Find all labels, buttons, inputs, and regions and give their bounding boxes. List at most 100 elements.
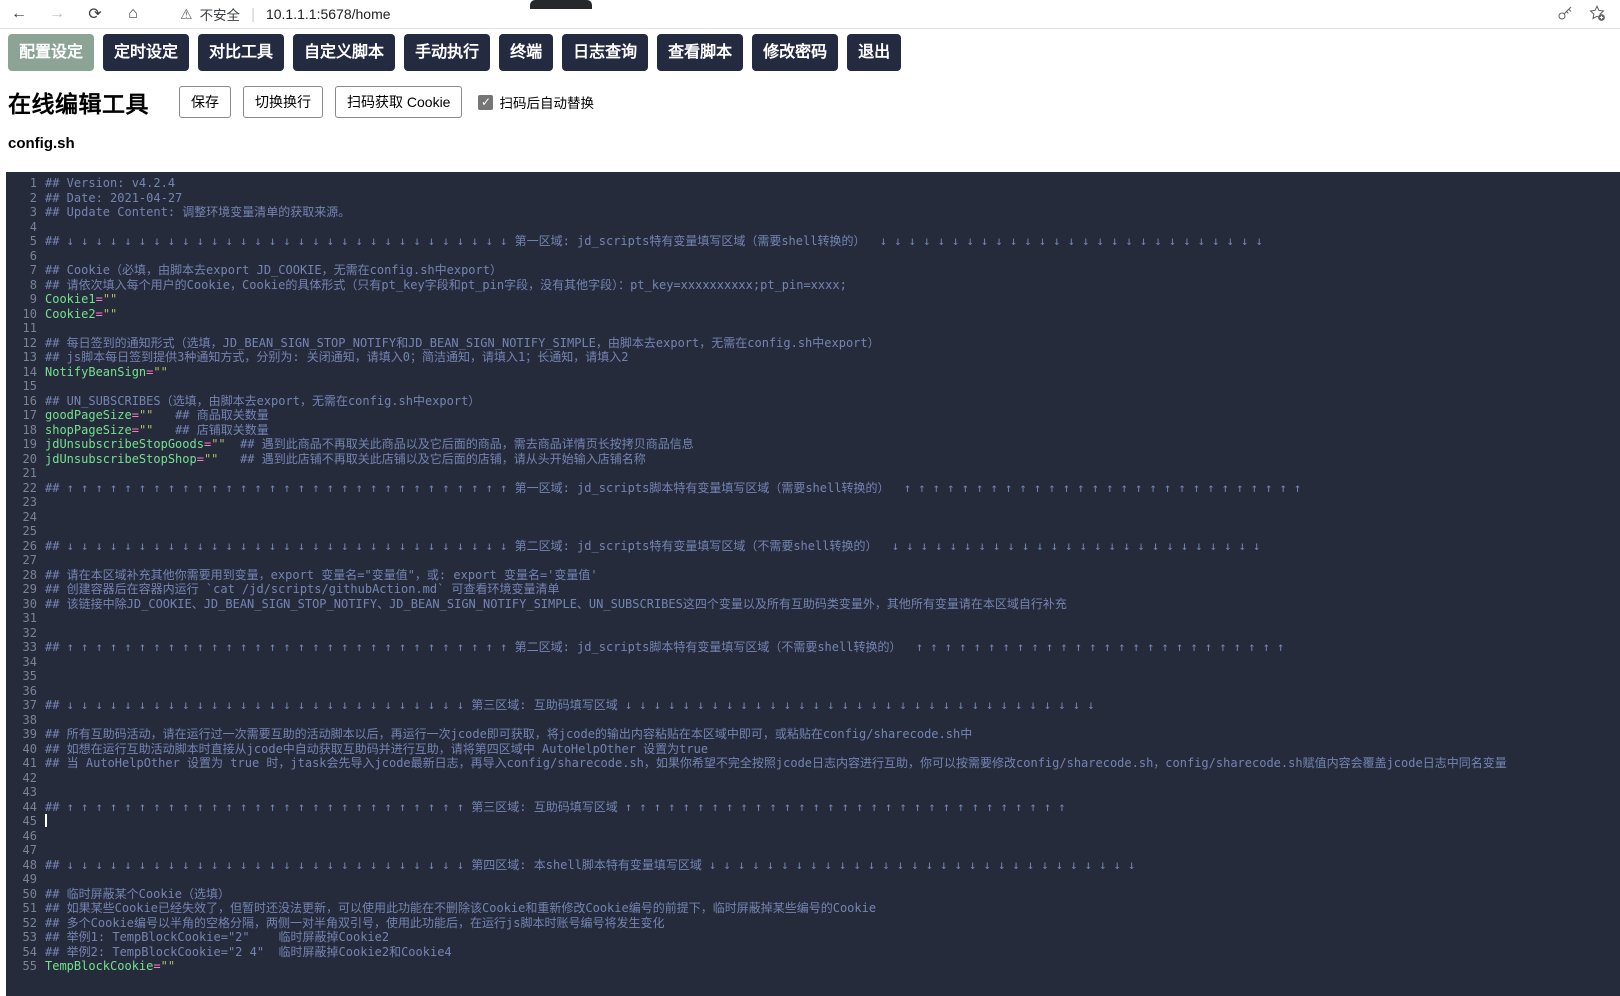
code-line-text: shopPageSize="" ## 店铺取关数量 <box>37 423 269 438</box>
code-line[interactable]: 54## 举例2: TempBlockCookie="2 4" 临时屏蔽掉Coo… <box>6 945 1620 960</box>
code-line[interactable]: 49 <box>6 872 1620 887</box>
code-line[interactable]: 21 <box>6 466 1620 481</box>
code-line-text: ## 每日签到的通知形式（选填，JD_BEAN_SIGN_STOP_NOTIFY… <box>37 336 880 351</box>
code-line[interactable]: 47 <box>6 843 1620 858</box>
code-line[interactable]: 26## ↓ ↓ ↓ ↓ ↓ ↓ ↓ ↓ ↓ ↓ ↓ ↓ ↓ ↓ ↓ ↓ ↓ ↓… <box>6 539 1620 554</box>
code-line[interactable]: 23 <box>6 495 1620 510</box>
nav-button-5[interactable]: 手动执行 <box>404 34 490 71</box>
address-bar[interactable]: ⚠ 不安全 | 10.1.1.1:5678/home <box>180 4 391 24</box>
code-line[interactable]: 52## 多个Cookie编号以半角的空格分隔，两侧一对半角双引号，使用此功能后… <box>6 916 1620 931</box>
code-line[interactable]: 42 <box>6 771 1620 786</box>
code-line[interactable]: 25 <box>6 524 1620 539</box>
code-line[interactable]: 12## 每日签到的通知形式（选填，JD_BEAN_SIGN_STOP_NOTI… <box>6 336 1620 351</box>
code-line-text: TempBlockCookie="" <box>37 959 175 974</box>
auto-replace-checkbox[interactable]: ✓ <box>478 95 493 110</box>
nav-button-8[interactable]: 查看脚本 <box>657 34 743 71</box>
line-number: 39 <box>6 727 37 742</box>
save-button[interactable]: 保存 <box>179 86 231 118</box>
page-title: 在线编辑工具 <box>8 85 149 119</box>
add-favorite-star-icon[interactable] <box>1588 4 1606 22</box>
nav-button-1[interactable]: 配置设定 <box>8 34 94 71</box>
code-line[interactable]: 17goodPageSize="" ## 商品取关数量 <box>6 408 1620 423</box>
code-line[interactable]: 31 <box>6 611 1620 626</box>
code-line[interactable]: 46 <box>6 829 1620 844</box>
code-line[interactable]: 18shopPageSize="" ## 店铺取关数量 <box>6 423 1620 438</box>
line-number: 44 <box>6 800 37 815</box>
code-line[interactable]: 8## 请依次填入每个用户的Cookie，Cookie的具体形式（只有pt_ke… <box>6 278 1620 293</box>
code-line[interactable]: 24 <box>6 510 1620 525</box>
code-line[interactable]: 36 <box>6 684 1620 699</box>
line-number: 55 <box>6 959 37 974</box>
line-number: 26 <box>6 539 37 554</box>
nav-button-3[interactable]: 对比工具 <box>198 34 284 71</box>
code-line[interactable]: 4 <box>6 220 1620 235</box>
code-line[interactable]: 20jdUnsubscribeStopShop="" ## 遇到此店铺不再取关此… <box>6 452 1620 467</box>
code-line[interactable]: 39## 所有互助码活动，请在运行过一次需要互助的活动脚本以后，再运行一次jco… <box>6 727 1620 742</box>
code-line[interactable]: 48## ↓ ↓ ↓ ↓ ↓ ↓ ↓ ↓ ↓ ↓ ↓ ↓ ↓ ↓ ↓ ↓ ↓ ↓… <box>6 858 1620 873</box>
nav-button-2[interactable]: 定时设定 <box>103 34 189 71</box>
code-line-text <box>37 249 45 264</box>
code-line[interactable]: 35 <box>6 669 1620 684</box>
code-line[interactable]: 29## 创建容器后在容器内运行 `cat /jd/scripts/github… <box>6 582 1620 597</box>
code-line-text: ## 当 AutoHelpOther 设置为 true 时，jtask会先导入j… <box>37 756 1507 771</box>
code-line[interactable]: 15 <box>6 379 1620 394</box>
code-line[interactable]: 28## 请在本区域补充其他你需要用到变量，export 变量名="变量值"，或… <box>6 568 1620 583</box>
code-line[interactable]: 22## ↑ ↑ ↑ ↑ ↑ ↑ ↑ ↑ ↑ ↑ ↑ ↑ ↑ ↑ ↑ ↑ ↑ ↑… <box>6 481 1620 496</box>
code-line[interactable]: 14NotifyBeanSign="" <box>6 365 1620 380</box>
code-line[interactable]: 13## js脚本每日签到提供3种通知方式，分别为: 关闭通知，请填入0；简洁通… <box>6 350 1620 365</box>
toggle-wrap-button[interactable]: 切换换行 <box>243 86 323 118</box>
code-line-text <box>37 713 45 728</box>
code-line-text <box>37 524 45 539</box>
code-line[interactable]: 3## Update Content: 调整环境变量清单的获取来源。 <box>6 205 1620 220</box>
nav-button-4[interactable]: 自定义脚本 <box>293 34 395 71</box>
code-line[interactable]: 5## ↓ ↓ ↓ ↓ ↓ ↓ ↓ ↓ ↓ ↓ ↓ ↓ ↓ ↓ ↓ ↓ ↓ ↓ … <box>6 234 1620 249</box>
code-line[interactable]: 32 <box>6 626 1620 641</box>
code-line[interactable]: 19jdUnsubscribeStopGoods="" ## 遇到此商品不再取关… <box>6 437 1620 452</box>
line-number: 8 <box>6 278 37 293</box>
code-line-text: ## ↓ ↓ ↓ ↓ ↓ ↓ ↓ ↓ ↓ ↓ ↓ ↓ ↓ ↓ ↓ ↓ ↓ ↓ ↓… <box>37 234 1270 249</box>
code-line[interactable]: 41## 当 AutoHelpOther 设置为 true 时，jtask会先导… <box>6 756 1620 771</box>
nav-button-9[interactable]: 修改密码 <box>752 34 838 71</box>
forward-icon[interactable]: → <box>38 5 76 23</box>
code-line-text: ## Cookie（必填，由脚本去export JD_COOKIE，无需在con… <box>37 263 502 278</box>
back-icon[interactable]: ← <box>0 5 38 23</box>
code-line[interactable]: 34 <box>6 655 1620 670</box>
code-line[interactable]: 53## 举例1: TempBlockCookie="2" 临时屏蔽掉Cooki… <box>6 930 1620 945</box>
code-line[interactable]: 16## UN_SUBSCRIBES（选填，由脚本去export，无需在conf… <box>6 394 1620 409</box>
code-line-text: ## ↓ ↓ ↓ ↓ ↓ ↓ ↓ ↓ ↓ ↓ ↓ ↓ ↓ ↓ ↓ ↓ ↓ ↓ ↓… <box>37 858 1143 873</box>
nav-button-7[interactable]: 日志查询 <box>562 34 648 71</box>
code-line[interactable]: 11 <box>6 321 1620 336</box>
code-line[interactable]: 43 <box>6 785 1620 800</box>
code-line-text <box>37 669 45 684</box>
code-line[interactable]: 30## 该链接中除JD_COOKIE、JD_BEAN_SIGN_STOP_NO… <box>6 597 1620 612</box>
code-line[interactable]: 9Cookie1="" <box>6 292 1620 307</box>
code-line[interactable]: 2## Date: 2021-04-27 <box>6 191 1620 206</box>
code-line[interactable]: 51## 如果某些Cookie已经失效了，但暂时还没法更新，可以使用此功能在不删… <box>6 901 1620 916</box>
line-number: 12 <box>6 336 37 351</box>
code-line[interactable]: 10Cookie2="" <box>6 307 1620 322</box>
key-icon[interactable] <box>1556 4 1574 22</box>
code-line[interactable]: 55TempBlockCookie="" <box>6 959 1620 974</box>
refresh-icon[interactable]: ⟳ <box>76 4 114 24</box>
code-line-text <box>37 220 45 235</box>
line-number: 22 <box>6 481 37 496</box>
code-line[interactable]: 37## ↓ ↓ ↓ ↓ ↓ ↓ ↓ ↓ ↓ ↓ ↓ ↓ ↓ ↓ ↓ ↓ ↓ ↓… <box>6 698 1620 713</box>
scan-cookie-button[interactable]: 扫码获取 Cookie <box>335 86 462 118</box>
code-line[interactable]: 44## ↑ ↑ ↑ ↑ ↑ ↑ ↑ ↑ ↑ ↑ ↑ ↑ ↑ ↑ ↑ ↑ ↑ ↑… <box>6 800 1620 815</box>
code-line[interactable]: 6 <box>6 249 1620 264</box>
code-line[interactable]: 7## Cookie（必填，由脚本去export JD_COOKIE，无需在co… <box>6 263 1620 278</box>
code-line-text: ## 创建容器后在容器内运行 `cat /jd/scripts/githubAc… <box>37 582 560 597</box>
code-line[interactable]: 50## 临时屏蔽某个Cookie（选填） <box>6 887 1620 902</box>
code-line[interactable]: 33## ↑ ↑ ↑ ↑ ↑ ↑ ↑ ↑ ↑ ↑ ↑ ↑ ↑ ↑ ↑ ↑ ↑ ↑… <box>6 640 1620 655</box>
code-line-text: ## UN_SUBSCRIBES（选填，由脚本去export，无需在config… <box>37 394 480 409</box>
code-line-text: ## ↑ ↑ ↑ ↑ ↑ ↑ ↑ ↑ ↑ ↑ ↑ ↑ ↑ ↑ ↑ ↑ ↑ ↑ ↑… <box>37 800 1073 815</box>
nav-button-6[interactable]: 终端 <box>499 34 553 71</box>
code-line[interactable]: 27 <box>6 553 1620 568</box>
code-line[interactable]: 38 <box>6 713 1620 728</box>
code-line[interactable]: 45 <box>6 814 1620 829</box>
code-editor[interactable]: 1## Version: v4.2.42## Date: 2021-04-273… <box>6 172 1620 996</box>
code-line[interactable]: 1## Version: v4.2.4 <box>6 176 1620 191</box>
home-icon[interactable]: ⌂ <box>114 5 152 23</box>
code-line[interactable]: 40## 如想在运行互助活动脚本时直接从jcode中自动获取互助码并进行互助，请… <box>6 742 1620 757</box>
nav-button-10[interactable]: 退出 <box>847 34 901 71</box>
